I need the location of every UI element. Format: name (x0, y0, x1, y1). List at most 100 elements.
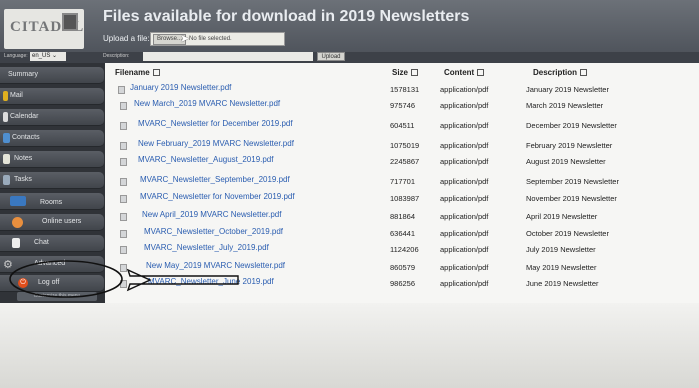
users-icon (12, 217, 23, 228)
table-row[interactable]: New February_2019 MVARC Newsletter.pdf 10… (112, 137, 699, 154)
sort-icon[interactable] (580, 69, 588, 77)
table-row[interactable]: MVARC_Newsletter for December 2019.pdf 60… (112, 117, 699, 134)
file-content-type: application/pdf (440, 212, 489, 221)
file-content-type: application/pdf (440, 85, 489, 94)
customize-menu-link[interactable]: Customize this menu (17, 292, 97, 301)
description-input[interactable] (143, 52, 313, 61)
sidebar-item-tasks[interactable]: Tasks (0, 172, 104, 189)
sidebar: Summary Mail Calendar Contacts Notes Tas… (0, 63, 105, 303)
file-description: August 2019 Newsletter (526, 157, 606, 166)
sidebar-item-online-users[interactable]: Online users (0, 214, 104, 231)
file-size: 986256 (390, 279, 416, 288)
file-link[interactable]: New April_2019 MVARC Newsletter.pdf (142, 210, 281, 219)
sidebar-item-summary[interactable]: Summary (0, 67, 104, 84)
mouse-cursor-icon: ➤ (180, 33, 190, 45)
file-link[interactable]: MVARC_Newsletter_June 2019.pdf (148, 277, 274, 286)
language-select[interactable]: en_US ⌄ (30, 52, 66, 61)
pdf-file-icon (120, 264, 127, 272)
file-content-type: application/pdf (440, 101, 489, 110)
file-content-type: application/pdf (440, 279, 489, 288)
sidebar-item-label: Log off (38, 279, 60, 286)
sidebar-item-contacts[interactable]: Contacts (0, 130, 104, 147)
gear-icon: ⚙ (3, 259, 13, 271)
file-link[interactable]: January 2019 Newsletter.pdf (130, 83, 231, 92)
column-header-description[interactable]: Description (533, 68, 588, 77)
table-row[interactable]: MVARC_Newsletter_July_2019.pdf 1124206 app… (112, 241, 699, 258)
sidebar-item-notes[interactable]: Notes (0, 151, 104, 168)
pdf-file-icon (120, 280, 127, 288)
file-description: November 2019 Newsletter (526, 194, 617, 203)
language-value: en_US (32, 53, 51, 59)
screen: CITADEL Files available for download in … (0, 0, 699, 388)
file-size: 2245867 (390, 157, 420, 166)
empty-area (0, 303, 699, 388)
column-header-size[interactable]: Size (392, 68, 419, 77)
file-link[interactable]: MVARC_Newsletter for November 2019.pdf (140, 192, 295, 201)
column-label: Content (444, 68, 475, 77)
file-description: May 2019 Newsletter (526, 263, 597, 272)
file-content-type: application/pdf (440, 229, 489, 238)
column-header-filename[interactable]: Filename (115, 68, 160, 77)
description-label: Description: (103, 53, 130, 59)
sidebar-item-label: Tasks (14, 176, 32, 183)
sidebar-item-advanced[interactable]: ⚙ Advanced (0, 256, 104, 273)
file-input[interactable]: Browse... No file selected. (150, 32, 285, 46)
sort-icon[interactable] (411, 69, 419, 77)
file-link[interactable]: MVARC_Newsletter_July_2019.pdf (144, 243, 269, 252)
calendar-icon (3, 112, 8, 122)
sidebar-item-chat[interactable]: Chat (0, 235, 104, 252)
sidebar-item-log-off[interactable]: ⏻ Log off (0, 275, 104, 292)
sidebar-item-calendar[interactable]: Calendar (0, 109, 104, 126)
tasks-icon (3, 175, 10, 185)
sidebar-item-rooms[interactable]: Rooms (0, 193, 104, 210)
file-content-type: application/pdf (440, 177, 489, 186)
sort-icon[interactable] (477, 69, 485, 77)
pdf-file-icon (120, 122, 127, 130)
sort-icon[interactable] (152, 69, 160, 77)
file-link[interactable]: MVARC_Newsletter_October_2019.pdf (144, 227, 283, 236)
file-size: 1083987 (390, 194, 420, 203)
mail-icon (3, 91, 8, 101)
file-link[interactable]: MVARC_Newsletter_August_2019.pdf (138, 155, 273, 164)
pdf-file-icon (120, 246, 127, 254)
file-link[interactable]: New February_2019 MVARC Newsletter.pdf (138, 139, 294, 148)
table-row[interactable]: MVARC_Newsletter_June 2019.pdf 986256 appl… (112, 275, 699, 292)
file-link[interactable]: New March_2019 MVARC Newsletter.pdf (134, 99, 280, 108)
sidebar-item-label: Contacts (12, 134, 40, 141)
upload-button[interactable]: Upload (317, 52, 345, 61)
sidebar-item-mail[interactable]: Mail (0, 88, 104, 105)
sidebar-item-label: Online users (42, 218, 82, 225)
sidebar-item-label: Summary (8, 71, 38, 78)
pdf-file-icon (118, 86, 125, 94)
file-link[interactable]: MVARC_Newsletter_September_2019.pdf (140, 175, 290, 184)
sidebar-item-label: Advanced (34, 260, 66, 267)
file-content-type: application/pdf (440, 141, 489, 150)
file-link[interactable]: MVARC_Newsletter for December 2019.pdf (138, 119, 293, 128)
table-row[interactable]: New April_2019 MVARC Newsletter.pdf 88186… (112, 208, 699, 225)
pdf-file-icon (120, 230, 127, 238)
table-row[interactable]: MVARC_Newsletter_September_2019.pdf 71770… (112, 173, 699, 190)
page-title: Files available for download in 2019 New… (103, 8, 470, 25)
table-row[interactable]: New March_2019 MVARC Newsletter.pdf 97574… (112, 97, 699, 114)
pdf-file-icon (120, 213, 127, 221)
table-row[interactable]: New May_2019 MVARC Newsletter.pdf 860579 a… (112, 259, 699, 276)
file-description: December 2019 Newsletter (526, 121, 617, 130)
file-size: 975746 (390, 101, 416, 110)
power-icon: ⏻ (18, 278, 28, 288)
table-row[interactable]: MVARC_Newsletter for November 2019.pdf 10… (112, 190, 699, 207)
file-link[interactable]: New May_2019 MVARC Newsletter.pdf (146, 261, 285, 270)
pdf-file-icon (120, 142, 127, 150)
pdf-file-icon (120, 102, 127, 110)
sidebar-item-label: Chat (34, 239, 49, 246)
file-content-type: application/pdf (440, 121, 489, 130)
column-header-content[interactable]: Content (444, 68, 485, 77)
file-size: 860579 (390, 263, 416, 272)
table-row[interactable]: MVARC_Newsletter_August_2019.pdf 2245867 a… (112, 153, 699, 170)
table-row[interactable]: MVARC_Newsletter_October_2019.pdf 636441 a… (112, 225, 699, 242)
column-label: Size (392, 68, 409, 77)
sidebar-item-label: Mail (10, 92, 23, 99)
file-size: 881864 (390, 212, 416, 221)
table-row[interactable]: January 2019 Newsletter.pdf 1578131 applic… (112, 81, 699, 98)
column-label: Description (533, 68, 578, 77)
file-description: February 2019 Newsletter (526, 141, 613, 150)
